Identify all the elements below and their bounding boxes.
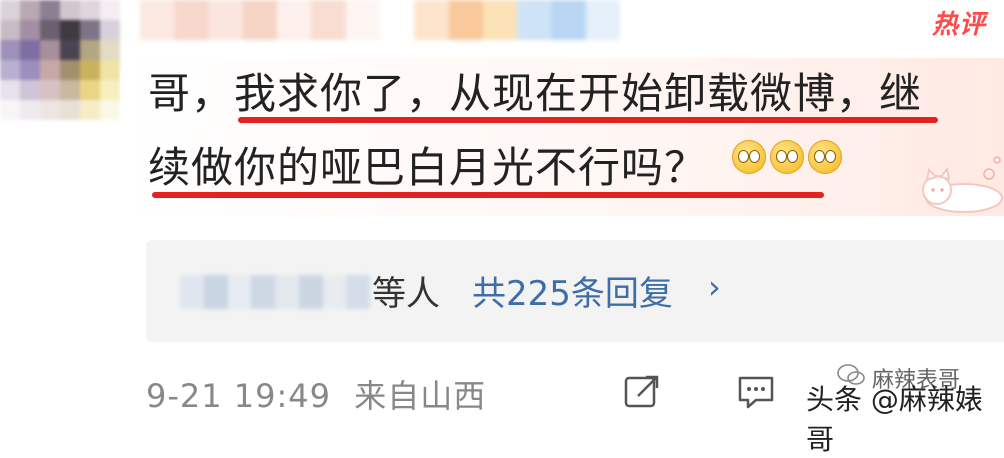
toutiao-watermark: 头条 @麻辣婊哥 (806, 383, 983, 456)
hot-comment-badge: 热评 (931, 10, 986, 40)
avatar[interactable] (0, 0, 120, 120)
comment-text: 哥，我求你了，从现在开始卸载微博，继 续做你的哑巴白月光不行吗？ (148, 62, 968, 200)
pleading-face-icon (732, 140, 766, 174)
comment-line-2: 续做你的哑巴白月光不行吗？ (148, 136, 968, 200)
reply-count-link[interactable]: 共225条回复 (472, 266, 673, 315)
comment-meta: 9-21 19:49 来自山西 (146, 371, 486, 417)
reply-users-suffix: 等人 (372, 274, 440, 314)
share-icon[interactable] (622, 372, 662, 412)
username-blurred[interactable] (140, 0, 620, 40)
chevron-right-icon[interactable]: › (708, 268, 721, 306)
comment-line-2-text: 续做你的哑巴白月光不行吗？ (148, 143, 708, 192)
highlight-underline-1 (238, 117, 938, 123)
pleading-face-icon (808, 140, 842, 174)
emoji-group (732, 140, 842, 174)
highlight-underline-2 (152, 192, 824, 198)
comment-icon[interactable] (736, 372, 776, 412)
timestamp: 9-21 19:49 (146, 377, 332, 415)
reply-users-blurred (180, 275, 370, 309)
source-location: 来自山西 (354, 377, 487, 415)
pleading-face-icon (770, 140, 804, 174)
